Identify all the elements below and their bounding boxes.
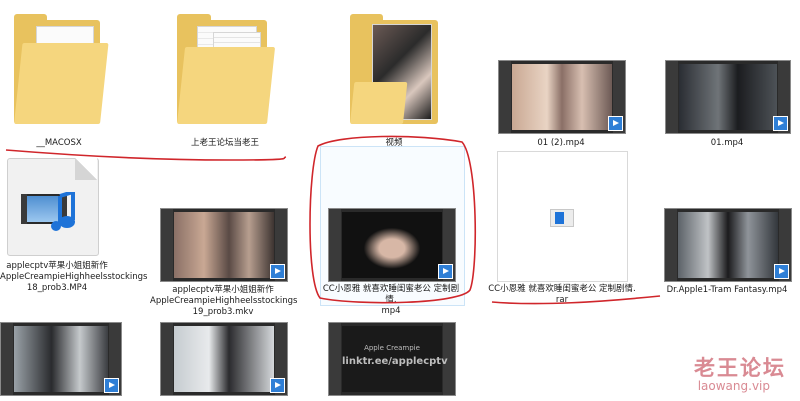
file-label-01-2[interactable]: 01 (2).mp4 — [498, 138, 624, 149]
folder-icon-video[interactable] — [350, 14, 438, 124]
file-label-macosx[interactable]: __MACOSX — [4, 138, 114, 149]
thumbnail-text-line2: linktr.ee/applecptv — [342, 356, 448, 367]
video-thumbnail-19[interactable] — [160, 208, 288, 282]
archive-icon — [550, 209, 574, 227]
music-note-icon — [51, 192, 75, 231]
file-label-19[interactable]: applecptv苹果小姐姐新作 AppleCreampieHighheelss… — [150, 285, 297, 318]
video-thumbnail-01-2[interactable] — [498, 60, 626, 134]
play-icon — [270, 378, 285, 393]
file-label-laowang[interactable]: 上老王论坛当老王 — [165, 138, 285, 149]
file-label-cc-rar[interactable]: CC小恩雅 就喜欢睡闺蜜老公 定制剧情. rar — [486, 284, 638, 306]
file-label-01[interactable]: 01.mp4 — [665, 138, 789, 149]
folder-icon-macosx[interactable] — [14, 14, 109, 124]
video-thumbnail-cc[interactable] — [328, 208, 456, 282]
file-label-cc-mp4[interactable]: CC小恩雅 就喜欢睡闺蜜老公 定制剧情. mp4 — [318, 284, 464, 317]
video-thumbnail-tram[interactable] — [664, 208, 792, 282]
play-icon — [773, 116, 788, 131]
media-file-icon-18[interactable] — [7, 158, 103, 256]
play-icon — [104, 378, 119, 393]
file-label-tram[interactable]: Dr.Apple1-Tram Fantasy.mp4 — [654, 285, 800, 296]
play-icon — [438, 264, 453, 279]
watermark-title: 老王论坛 — [694, 356, 786, 380]
file-label-video[interactable]: 视频 — [334, 138, 454, 149]
play-icon — [270, 264, 285, 279]
file-label-18[interactable]: applecptv苹果小姐姐新作 AppleCreampieHighheelss… — [0, 261, 147, 294]
watermark-domain: laowang.vip — [697, 379, 770, 393]
video-thumbnail-row3-1[interactable] — [0, 322, 122, 396]
video-thumbnail-row3-3[interactable]: Apple Creampie linktr.ee/applecptv — [328, 322, 456, 396]
video-thumbnail-row3-2[interactable] — [160, 322, 288, 396]
play-icon — [608, 116, 623, 131]
video-thumbnail-01[interactable] — [665, 60, 791, 134]
play-icon — [774, 264, 789, 279]
rar-file-tile[interactable] — [497, 151, 628, 282]
folder-icon-laowang[interactable] — [177, 14, 276, 124]
thumbnail-text-line1: Apple Creampie — [364, 344, 420, 352]
